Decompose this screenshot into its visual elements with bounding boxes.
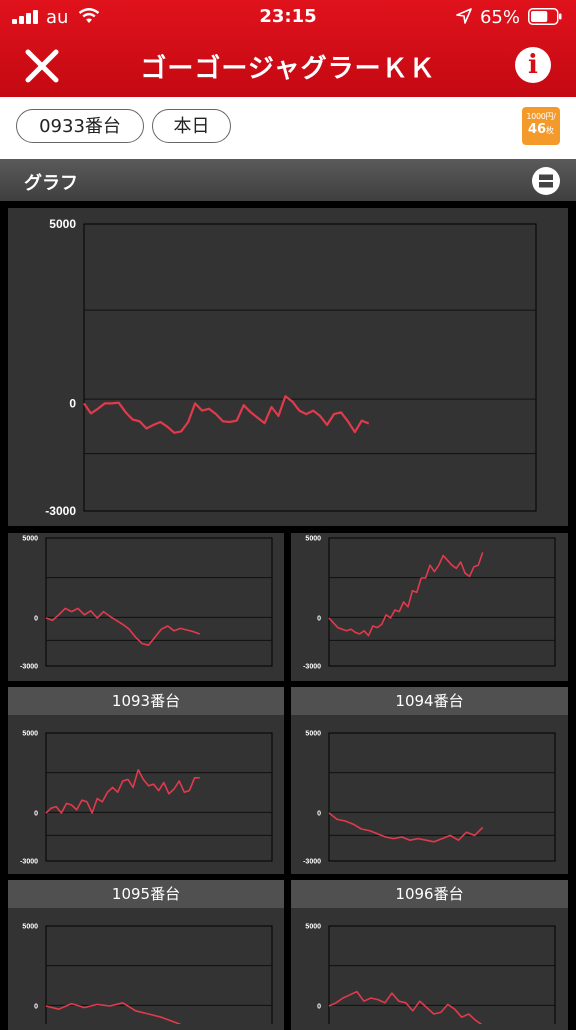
- rate-value: 46枚: [522, 122, 560, 137]
- info-icon[interactable]: i: [515, 47, 551, 83]
- rate-badge[interactable]: 1000円/ 46枚: [522, 107, 560, 145]
- day-select-button[interactable]: 本日: [152, 109, 231, 143]
- status-bar: au 23:15 65%: [0, 0, 576, 34]
- chart-panel-title: 1096番台: [291, 880, 568, 908]
- layout-toggle-icon[interactable]: [531, 166, 561, 196]
- page-title: ゴーゴージャグラーＫＫ: [140, 54, 436, 84]
- chart-panel[interactable]: [8, 533, 284, 681]
- filter-bar: 0933番台 本日 1000円/ 46枚: [0, 97, 576, 159]
- rate-label: 1000円/: [526, 112, 556, 121]
- chart-panel[interactable]: [8, 208, 568, 526]
- chart-panel-title: 1095番台: [8, 880, 284, 908]
- chart-panel-title: 1093番台: [8, 687, 284, 715]
- close-icon[interactable]: [22, 46, 62, 86]
- machine-select-button[interactable]: 0933番台: [16, 109, 144, 143]
- rate-unit: 枚: [546, 126, 555, 135]
- chart-panel-title: 1094番台: [291, 687, 568, 715]
- location-arrow-icon: [456, 8, 472, 24]
- chart-panel[interactable]: [291, 533, 568, 681]
- section-title: グラフ: [24, 173, 78, 194]
- battery-icon: [528, 8, 562, 25]
- rate-number: 46: [527, 122, 547, 137]
- battery-percent: 65%: [479, 7, 520, 28]
- section-header: グラフ: [0, 159, 576, 201]
- chart-panel[interactable]: [291, 687, 568, 874]
- chart-panel[interactable]: [8, 687, 284, 874]
